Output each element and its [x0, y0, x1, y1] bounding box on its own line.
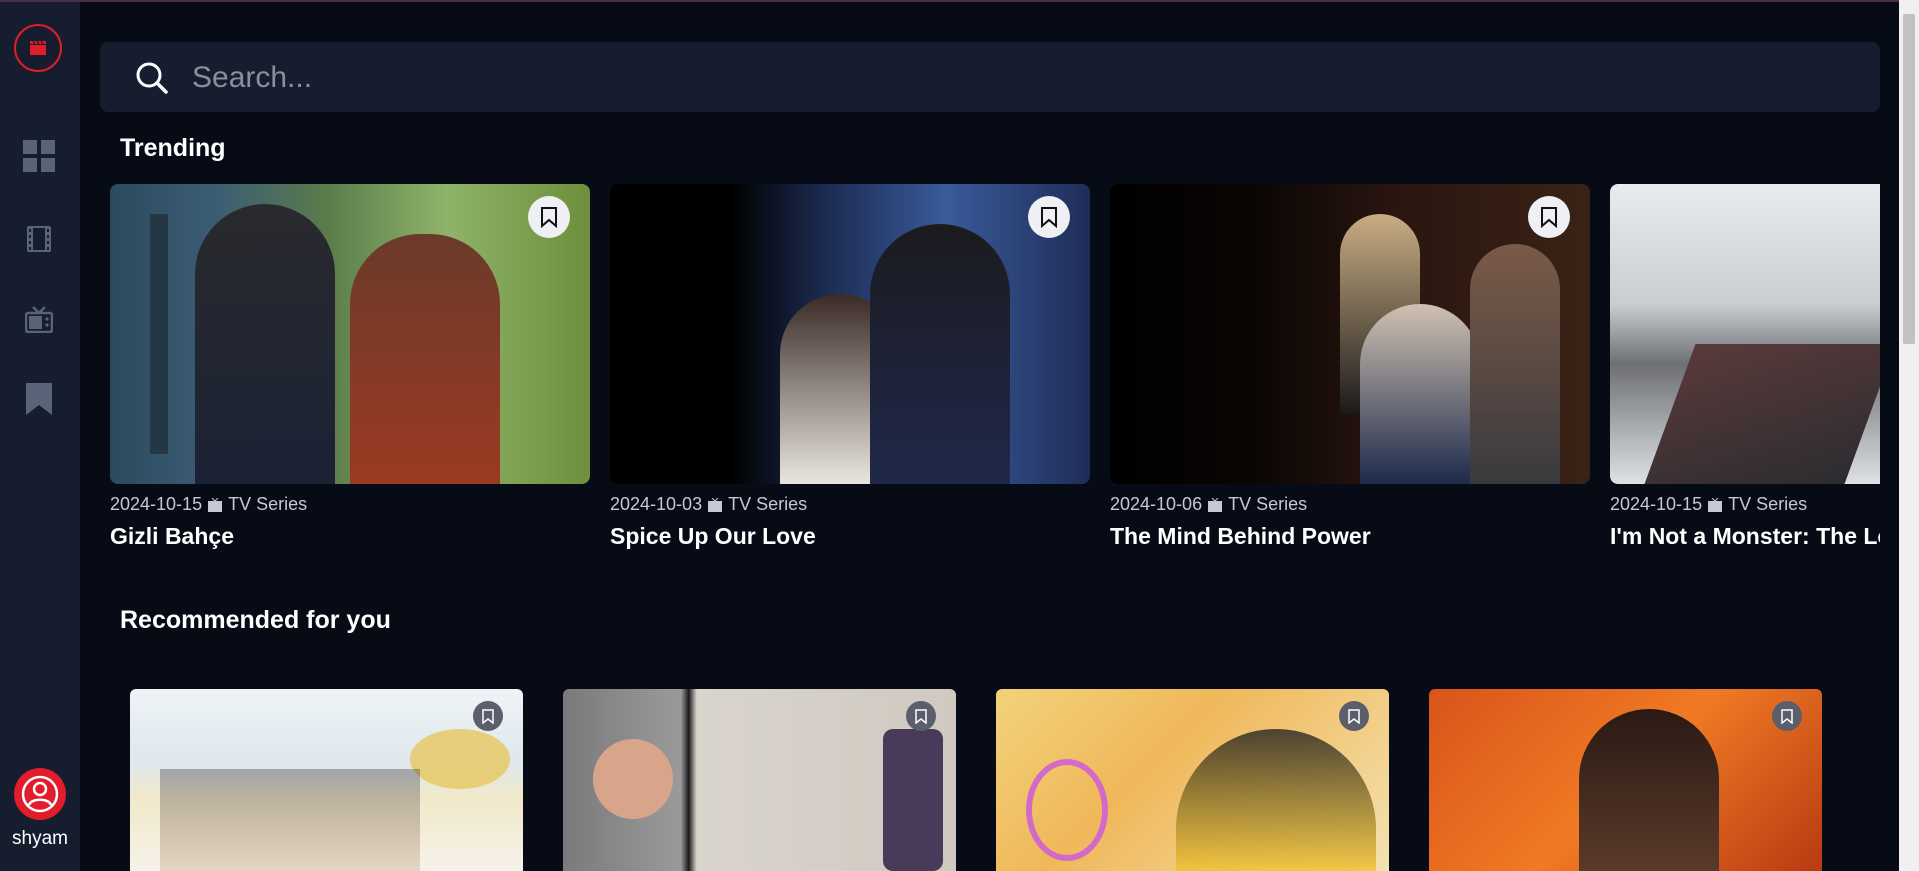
- trending-card[interactable]: 2024-10-06 TV Series The Mind Behind Pow…: [1110, 184, 1590, 550]
- tv-icon: [1708, 497, 1723, 512]
- recommended-card[interactable]: [1429, 689, 1822, 871]
- recommended-card[interactable]: [563, 689, 956, 871]
- trending-card[interactable]: 2024-10-15 TV Series I'm Not a Monster: …: [1610, 184, 1880, 550]
- window-top-border: [0, 0, 1919, 2]
- bookmark-button[interactable]: [906, 701, 936, 731]
- trending-title[interactable]: The Mind Behind Power: [1110, 523, 1590, 550]
- trending-card[interactable]: 2024-10-15 TV Series Gizli Bahçe: [110, 184, 590, 550]
- release-date: 2024-10-06: [1110, 494, 1203, 514]
- user-icon: [21, 775, 59, 813]
- recommended-card[interactable]: [130, 689, 523, 871]
- bookmark-outline-icon: [915, 708, 927, 724]
- bookmark-button[interactable]: [1772, 701, 1802, 731]
- tv-icon: [708, 497, 723, 512]
- scrollbar-thumb[interactable]: [1903, 14, 1915, 344]
- search-icon: [136, 62, 168, 94]
- trending-carousel[interactable]: 2024-10-15 TV Series Gizli Bahçe 2024-10…: [110, 184, 1880, 564]
- tv-icon: [208, 497, 223, 512]
- trending-title[interactable]: Spice Up Our Love: [610, 523, 1090, 550]
- trending-meta: 2024-10-15 TV Series: [110, 494, 590, 515]
- logo[interactable]: [14, 24, 62, 72]
- bookmark-button[interactable]: [473, 701, 503, 731]
- avatar[interactable]: [14, 768, 66, 820]
- search-input[interactable]: [190, 50, 1854, 106]
- bookmark-outline-icon: [541, 207, 557, 228]
- tv-icon: [1208, 497, 1223, 512]
- bookmark-button[interactable]: [1028, 196, 1070, 238]
- bookmark-outline-icon: [1348, 708, 1360, 724]
- trending-thumbnail[interactable]: [1610, 184, 1880, 484]
- release-date: 2024-10-15: [1610, 494, 1703, 514]
- sidebar: shyam: [0, 2, 80, 871]
- recommended-card[interactable]: [996, 689, 1389, 871]
- trending-title[interactable]: I'm Not a Monster: The Lo: [1610, 523, 1880, 550]
- film-icon: [27, 226, 51, 252]
- nav-tv-series[interactable]: [22, 302, 56, 336]
- trending-thumbnail[interactable]: [1110, 184, 1590, 484]
- trending-title[interactable]: Gizli Bahçe: [110, 523, 590, 550]
- bookmark-outline-icon: [1541, 207, 1557, 228]
- bookmark-outline-icon: [482, 708, 494, 724]
- grid-icon: [23, 140, 55, 172]
- release-date: 2024-10-03: [610, 494, 703, 514]
- nav-home[interactable]: [22, 139, 56, 173]
- trending-meta: 2024-10-15 TV Series: [1610, 494, 1880, 515]
- bookmark-button[interactable]: [1339, 701, 1369, 731]
- nav-movies[interactable]: [22, 222, 56, 256]
- recommended-heading: Recommended for you: [120, 606, 391, 634]
- media-type: TV Series: [1728, 494, 1808, 514]
- bookmark-outline-icon: [1041, 207, 1057, 228]
- nav-bookmarks[interactable]: [22, 382, 56, 416]
- media-type: TV Series: [1228, 494, 1308, 514]
- release-date: 2024-10-15: [110, 494, 203, 514]
- trending-thumbnail[interactable]: [610, 184, 1090, 484]
- trending-meta: 2024-10-03 TV Series: [610, 494, 1090, 515]
- media-type: TV Series: [728, 494, 808, 514]
- clapperboard-icon: [30, 40, 46, 55]
- bookmark-button[interactable]: [1528, 196, 1570, 238]
- bookmark-button[interactable]: [528, 196, 570, 238]
- bookmark-outline-icon: [1781, 708, 1793, 724]
- trending-meta: 2024-10-06 TV Series: [1110, 494, 1590, 515]
- trending-card[interactable]: 2024-10-03 TV Series Spice Up Our Love: [610, 184, 1090, 550]
- page-scrollbar[interactable]: [1899, 0, 1919, 871]
- tv-icon: [25, 306, 53, 333]
- trending-thumbnail[interactable]: [110, 184, 590, 484]
- search-bar: [100, 42, 1880, 112]
- media-type: TV Series: [228, 494, 308, 514]
- username: shyam: [12, 828, 68, 849]
- trending-heading: Trending: [120, 134, 226, 162]
- bookmark-icon: [26, 383, 52, 415]
